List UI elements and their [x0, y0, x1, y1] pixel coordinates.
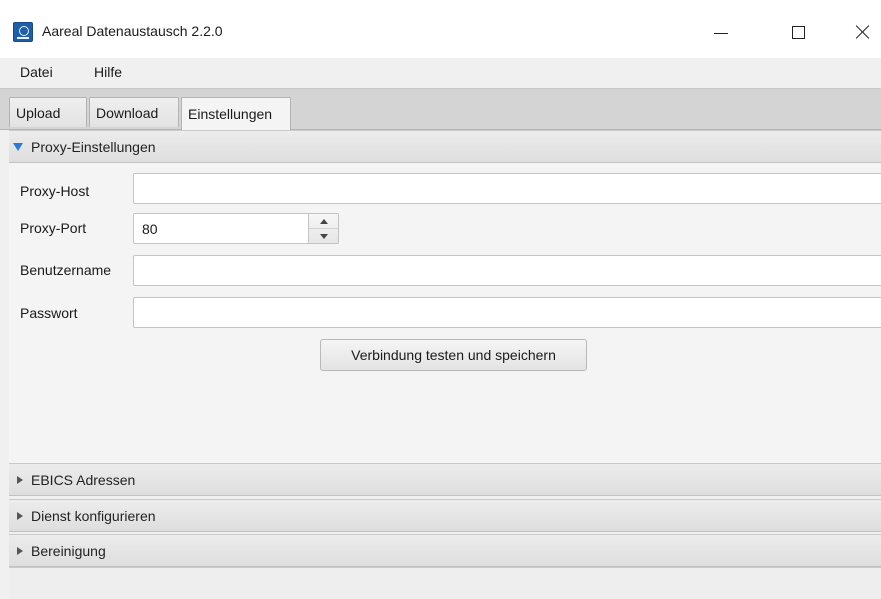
menu-datei[interactable]: Datei — [20, 64, 53, 80]
section-header-proxy[interactable]: Proxy-Einstellungen — [9, 130, 881, 163]
title-bar[interactable]: Aareal Datenaustausch 2.2.0 — [0, 0, 881, 58]
password-input[interactable] — [133, 297, 881, 328]
minimize-icon — [714, 32, 728, 34]
menu-bar: Datei Hilfe — [0, 58, 881, 89]
section-title-dienst: Dienst konfigurieren — [31, 507, 156, 524]
menu-hilfe[interactable]: Hilfe — [94, 64, 122, 80]
username-input[interactable] — [133, 255, 881, 286]
tab-upload[interactable]: Upload — [9, 97, 87, 127]
section-title-ebics: EBICS Adressen — [31, 471, 136, 488]
proxy-port-input[interactable] — [133, 213, 308, 244]
proxy-host-label: Proxy-Host — [20, 183, 90, 199]
app-window: Aareal Datenaustausch 2.2.0 Datei Hilfe … — [0, 0, 881, 599]
content-margin — [0, 130, 9, 599]
proxy-settings-panel: Proxy-Host Proxy-Port Benutzername Passw… — [9, 163, 881, 463]
decrement-button[interactable] — [309, 229, 338, 243]
section-header-bereinigung[interactable]: Bereinigung — [9, 534, 881, 567]
footer-area — [9, 567, 881, 599]
proxy-port-label: Proxy-Port — [20, 220, 87, 236]
tab-bar: Upload Download Einstellungen — [0, 89, 881, 130]
proxy-port-stepper — [308, 213, 339, 244]
maximize-button[interactable] — [775, 12, 821, 52]
proxy-host-input[interactable] — [133, 173, 881, 204]
close-button[interactable] — [840, 12, 881, 52]
caret-down-icon — [319, 233, 328, 239]
tab-download[interactable]: Download — [89, 97, 179, 127]
expanded-arrow-icon — [13, 142, 23, 151]
minimize-button[interactable] — [698, 12, 744, 52]
close-icon — [856, 25, 870, 39]
section-title-bereinigung: Bereinigung — [31, 542, 106, 559]
increment-button[interactable] — [309, 214, 338, 229]
window-title: Aareal Datenaustausch 2.2.0 — [42, 23, 223, 39]
app-icon — [13, 22, 33, 42]
tab-einstellungen[interactable]: Einstellungen — [181, 97, 291, 130]
section-header-dienst[interactable]: Dienst konfigurieren — [9, 499, 881, 532]
collapsed-arrow-icon — [17, 475, 23, 484]
section-header-ebics[interactable]: EBICS Adressen — [9, 463, 881, 496]
test-and-save-button[interactable]: Verbindung testen und speichern — [320, 339, 587, 371]
section-title-proxy: Proxy-Einstellungen — [31, 138, 156, 155]
caret-up-icon — [319, 218, 328, 224]
collapsed-arrow-icon — [17, 546, 23, 555]
password-label: Passwort — [20, 305, 78, 321]
username-label: Benutzername — [20, 262, 112, 278]
maximize-icon — [791, 25, 805, 39]
collapsed-arrow-icon — [17, 511, 23, 520]
